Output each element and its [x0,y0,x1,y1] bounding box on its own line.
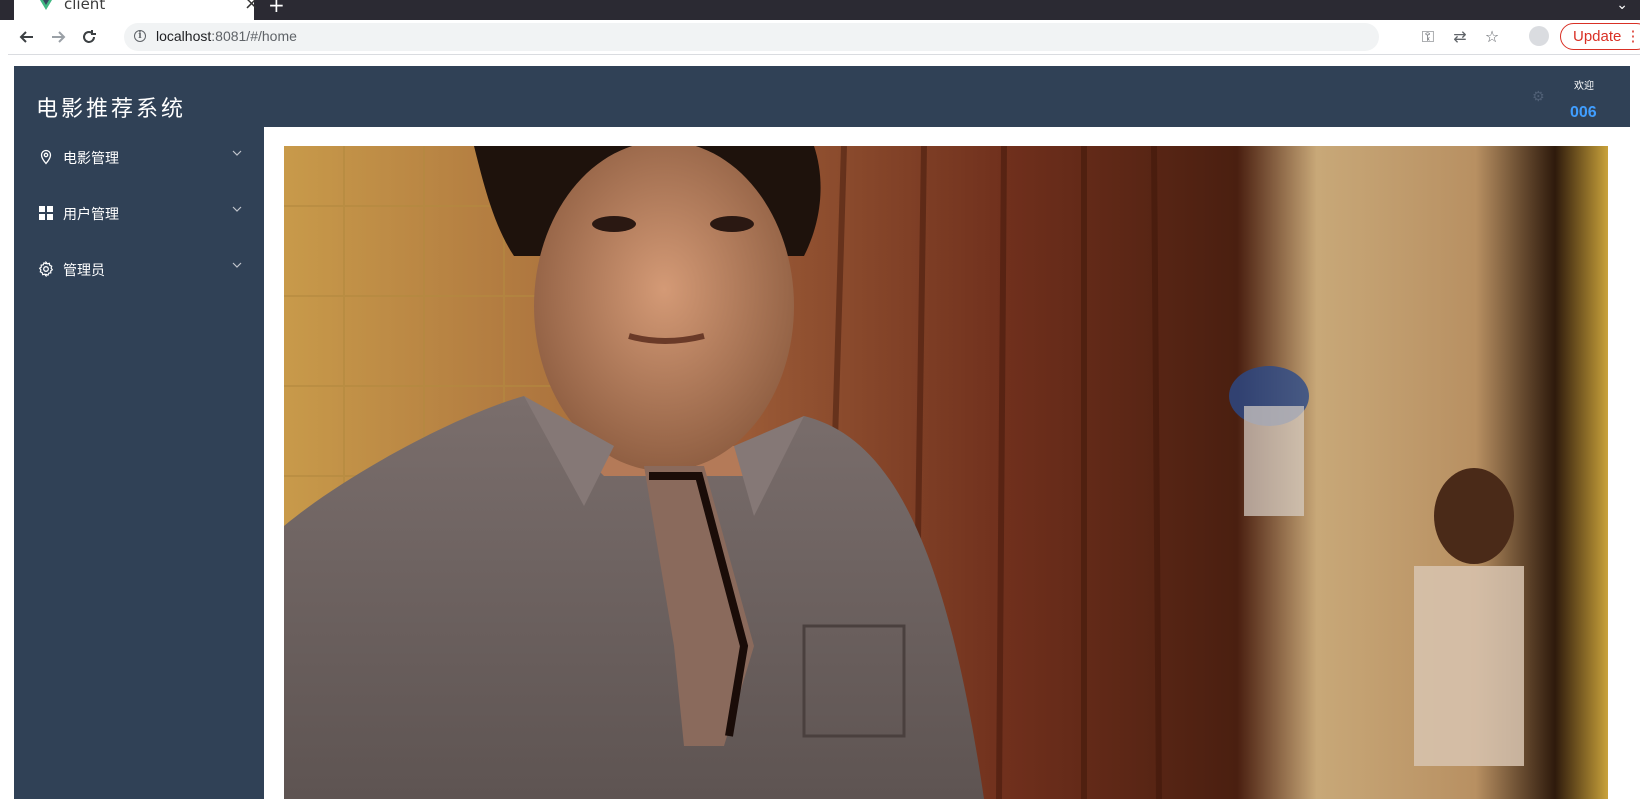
address-bar[interactable]: i localhost:8081/#/home [124,23,1379,51]
welcome-text: 欢迎 [1574,81,1594,92]
chevron-down-icon [232,150,242,156]
gear-icon [38,261,54,277]
url-host: localhost [156,28,212,44]
vue-logo-icon [40,0,52,10]
movie-still-image [284,146,1608,799]
key-icon[interactable]: ⚿ [1418,27,1438,47]
update-button[interactable]: Update ⋮ [1560,23,1640,50]
site-info-icon[interactable]: i [134,30,146,42]
tab-close-icon[interactable]: × [244,0,259,14]
forward-icon[interactable] [45,24,71,50]
url-text: localhost:8081/#/home [156,28,297,44]
chevron-down-icon[interactable]: ⌄ [1616,0,1628,15]
reload-icon[interactable] [76,24,102,50]
star-icon[interactable]: ☆ [1482,27,1502,47]
url-path: :8081/#/home [211,28,297,44]
sidebar-item-label: 用户管理 [63,207,119,223]
movie-still-photo [284,146,1608,799]
username-link[interactable]: 006 [1570,104,1597,122]
new-tab-icon[interactable]: + [268,0,285,15]
chevron-down-icon [232,206,242,212]
grid-icon [39,206,53,220]
location-icon [40,149,52,165]
update-label: Update [1573,28,1622,45]
app-header [14,66,1630,127]
browser-tab[interactable]: client × [14,0,259,20]
translate-icon[interactable]: ⇄ [1450,27,1470,47]
back-icon[interactable] [14,24,40,50]
tab-title: client [64,0,106,13]
chevron-down-icon [232,262,242,268]
sidebar-item-user-management[interactable]: 用户管理 [14,186,264,242]
sidebar-item-movie-management[interactable]: 电影管理 [14,130,264,186]
sidebar-item-label: 电影管理 [63,151,119,167]
settings-gear-icon[interactable]: ⚙ [1532,90,1546,104]
profile-avatar-icon[interactable] [1529,26,1549,46]
sidebar-item-label: 管理员 [63,263,105,279]
browser-toolbar: i localhost:8081/#/home ⚿ ⇄ ☆ Update ⋮ [8,20,1640,55]
app-title: 电影推荐系统 [36,97,187,122]
sidebar-item-admin[interactable]: 管理员 [14,242,264,298]
